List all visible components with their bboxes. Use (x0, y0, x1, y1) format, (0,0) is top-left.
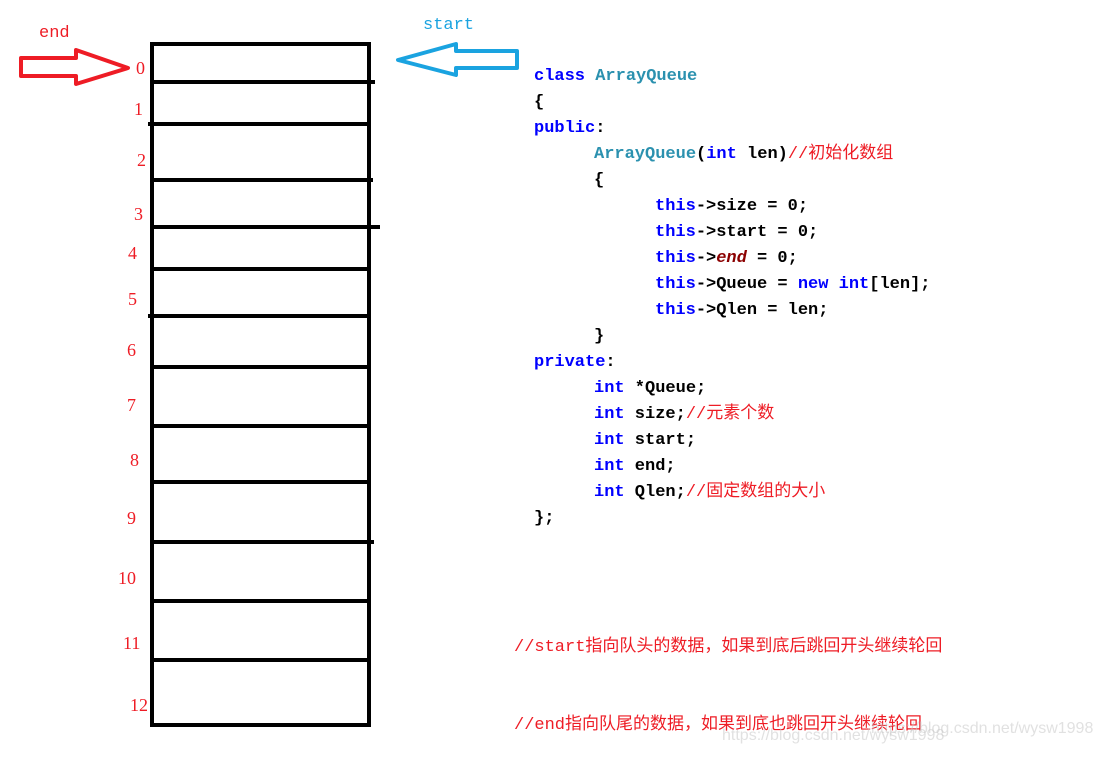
code-line: this->size = 0; (534, 194, 930, 220)
code-token: this (655, 249, 696, 268)
note-start: //start指向队头的数据，如果到底后跳回开头继续轮回 (514, 638, 943, 657)
code-line: this->Qlen = len; (534, 298, 930, 324)
end-pointer-arrow-icon (19, 48, 130, 86)
code-token: } (594, 327, 605, 346)
code-token: *Queue; (624, 379, 707, 398)
code-comment: //固定数组的大小 (685, 483, 826, 502)
code-token: ->Qlen = len; (695, 301, 829, 320)
code-block: class ArrayQueue{public: ArrayQueue(int l… (534, 64, 930, 532)
code-token: this (655, 197, 696, 216)
array-grid (148, 42, 380, 727)
code-token: start; (624, 431, 697, 450)
code-token: [len]; (869, 275, 931, 294)
code-token: this (655, 223, 696, 242)
code-token: ArrayQueue (595, 67, 698, 86)
code-line: this->end = 0; (534, 246, 930, 272)
cell-index-label: 0 (136, 58, 145, 78)
code-line: private: (534, 350, 930, 376)
cell-index-label: 9 (127, 508, 136, 528)
code-line: { (534, 90, 930, 116)
code-token: new (797, 275, 829, 294)
cell-index-label: 11 (123, 633, 141, 653)
watermark-front: https://blog.csdn.net/wysw1998 (871, 720, 1094, 737)
code-token: ->Queue = (695, 275, 798, 294)
code-line: { (534, 168, 930, 194)
code-token: int (594, 483, 625, 502)
code-token: size; (624, 405, 686, 424)
code-token: public (534, 119, 596, 138)
code-line: class ArrayQueue (534, 64, 930, 90)
code-token: class (534, 67, 596, 86)
code-token: : (595, 119, 606, 138)
code-token: end; (624, 457, 676, 476)
code-token: int (594, 457, 625, 476)
code-line: int end; (534, 454, 930, 480)
cell-index-label: 5 (128, 289, 137, 309)
code-token: int (838, 275, 870, 294)
code-line: this->Queue = new int[len]; (534, 272, 930, 298)
end-pointer-label: end (39, 24, 70, 43)
code-line: } (534, 324, 930, 350)
start-pointer-label: start (423, 16, 475, 35)
code-token: int (706, 145, 737, 164)
code-token: this (655, 275, 696, 294)
start-pointer-arrow-icon (396, 42, 519, 77)
code-line: int *Queue; (534, 376, 930, 402)
code-token: { (534, 93, 545, 112)
code-line: int Qlen;//固定数组的大小 (534, 480, 930, 506)
code-token: len) (736, 145, 788, 164)
code-token: ->size = 0; (695, 197, 809, 216)
code-line: }; (534, 506, 930, 532)
code-token: { (594, 171, 605, 190)
code-token: end (716, 249, 747, 268)
code-line: int size;//元素个数 (534, 402, 930, 428)
code-comment: //初始化数组 (787, 145, 894, 164)
cell-index-label: 6 (127, 340, 136, 360)
code-token: int (594, 405, 625, 424)
cell-index-label: 8 (130, 450, 139, 470)
code-line: this->start = 0; (534, 220, 930, 246)
cell-index-label: 12 (130, 695, 148, 715)
code-token: ArrayQueue (594, 145, 697, 164)
code-token: }; (534, 509, 555, 528)
code-token: int (594, 431, 625, 450)
code-line: ArrayQueue(int len)//初始化数组 (534, 142, 930, 168)
cell-index-label: 10 (118, 568, 136, 588)
code-token: int (594, 379, 625, 398)
code-token: ->start = 0; (695, 223, 819, 242)
code-token: -> (695, 249, 717, 268)
code-token: this (655, 301, 696, 320)
cell-index-label: 7 (127, 395, 136, 415)
code-token: : (605, 353, 616, 372)
cell-index-label: 3 (134, 204, 143, 224)
code-token: private (534, 353, 606, 372)
code-token: Qlen; (624, 483, 686, 502)
cell-index-label: 4 (128, 243, 137, 263)
code-token: ( (696, 145, 707, 164)
code-comment: //元素个数 (685, 405, 775, 424)
code-line: int start; (534, 428, 930, 454)
cell-index-label: 1 (134, 99, 143, 119)
cell-index-label: 2 (137, 150, 146, 170)
code-token: = 0; (746, 249, 798, 268)
code-line: public: (534, 116, 930, 142)
